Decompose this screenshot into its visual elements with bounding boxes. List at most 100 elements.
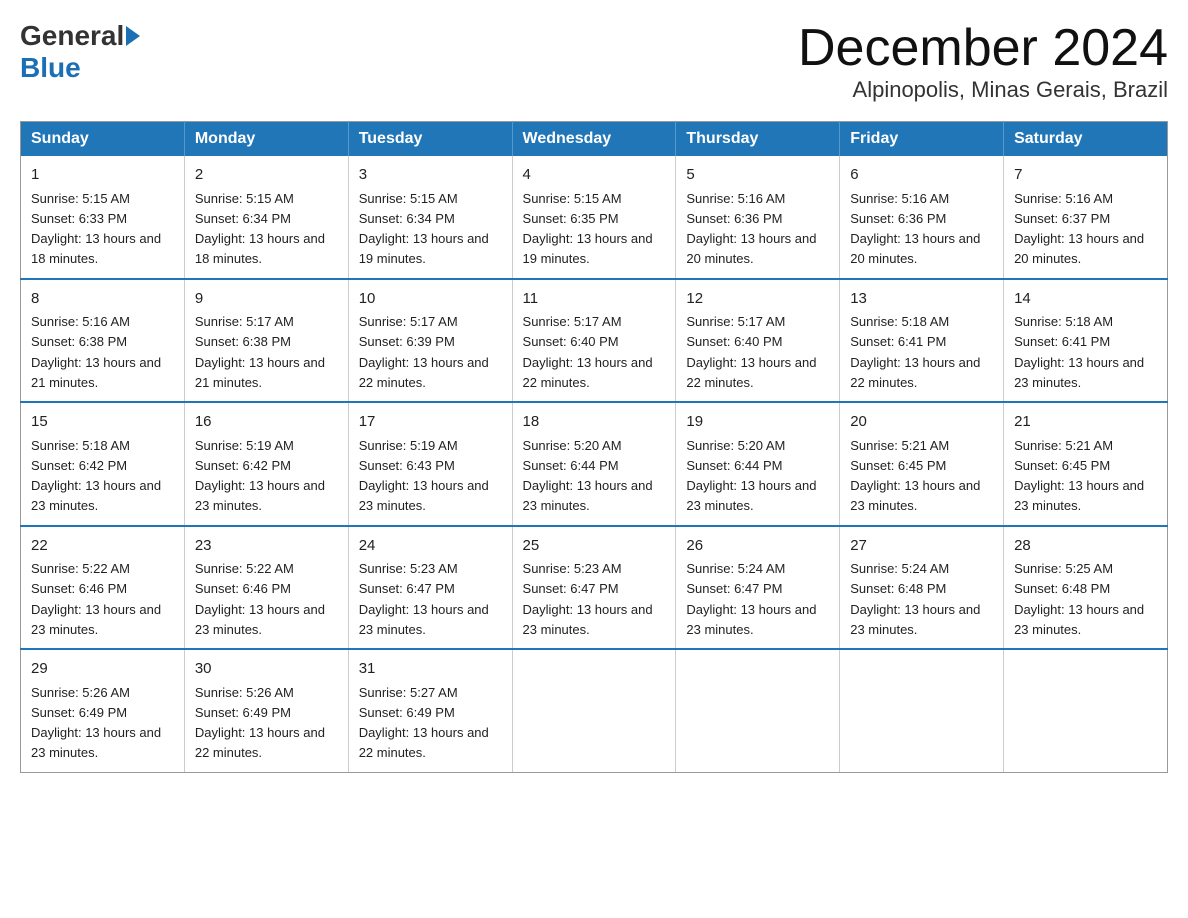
calendar-cell: 8 Sunrise: 5:16 AMSunset: 6:38 PMDaylight… [21, 279, 185, 403]
calendar-header-cell: Wednesday [512, 122, 676, 157]
calendar-cell: 18 Sunrise: 5:20 AMSunset: 6:44 PMDayligh… [512, 402, 676, 526]
title-area: December 2024 Alpinopolis, Minas Gerais,… [798, 20, 1168, 103]
day-info: Sunrise: 5:16 AMSunset: 6:36 PMDaylight:… [850, 191, 980, 267]
calendar-cell: 14 Sunrise: 5:18 AMSunset: 6:41 PMDayligh… [1004, 279, 1168, 403]
calendar-week-row: 1 Sunrise: 5:15 AMSunset: 6:33 PMDaylight… [21, 156, 1168, 279]
calendar-header-cell: Monday [184, 122, 348, 157]
day-info: Sunrise: 5:22 AMSunset: 6:46 PMDaylight:… [31, 561, 161, 637]
day-number: 21 [1014, 411, 1157, 434]
calendar-cell: 28 Sunrise: 5:25 AMSunset: 6:48 PMDayligh… [1004, 526, 1168, 650]
day-info: Sunrise: 5:21 AMSunset: 6:45 PMDaylight:… [850, 438, 980, 514]
day-info: Sunrise: 5:27 AMSunset: 6:49 PMDaylight:… [359, 685, 489, 761]
day-number: 18 [523, 411, 666, 434]
calendar-cell: 4 Sunrise: 5:15 AMSunset: 6:35 PMDaylight… [512, 156, 676, 279]
day-number: 25 [523, 535, 666, 558]
day-number: 28 [1014, 535, 1157, 558]
day-number: 2 [195, 164, 338, 187]
day-info: Sunrise: 5:22 AMSunset: 6:46 PMDaylight:… [195, 561, 325, 637]
day-number: 3 [359, 164, 502, 187]
day-info: Sunrise: 5:17 AMSunset: 6:40 PMDaylight:… [686, 314, 816, 390]
calendar-week-row: 22 Sunrise: 5:22 AMSunset: 6:46 PMDayligh… [21, 526, 1168, 650]
day-info: Sunrise: 5:15 AMSunset: 6:34 PMDaylight:… [195, 191, 325, 267]
day-info: Sunrise: 5:19 AMSunset: 6:43 PMDaylight:… [359, 438, 489, 514]
day-info: Sunrise: 5:18 AMSunset: 6:41 PMDaylight:… [1014, 314, 1144, 390]
day-number: 22 [31, 535, 174, 558]
calendar-cell: 11Sunrise: 5:17 AMSunset: 6:40 PMDayligh… [512, 279, 676, 403]
day-number: 12 [686, 288, 829, 311]
day-info: Sunrise: 5:17 AMSunset: 6:40 PMDaylight:… [523, 314, 653, 390]
day-info: Sunrise: 5:17 AMSunset: 6:39 PMDaylight:… [359, 314, 489, 390]
calendar-cell: 9Sunrise: 5:17 AMSunset: 6:38 PMDaylight… [184, 279, 348, 403]
day-number: 30 [195, 658, 338, 681]
day-number: 27 [850, 535, 993, 558]
day-number: 9 [195, 288, 338, 311]
calendar-body: 1 Sunrise: 5:15 AMSunset: 6:33 PMDaylight… [21, 156, 1168, 772]
calendar-cell: 5Sunrise: 5:16 AMSunset: 6:36 PMDaylight… [676, 156, 840, 279]
calendar-cell [676, 649, 840, 772]
calendar-cell [1004, 649, 1168, 772]
calendar-cell: 29 Sunrise: 5:26 AMSunset: 6:49 PMDayligh… [21, 649, 185, 772]
day-number: 23 [195, 535, 338, 558]
calendar-cell: 2 Sunrise: 5:15 AMSunset: 6:34 PMDaylight… [184, 156, 348, 279]
day-info: Sunrise: 5:20 AMSunset: 6:44 PMDaylight:… [523, 438, 653, 514]
calendar-header-cell: Saturday [1004, 122, 1168, 157]
calendar-cell: 19 Sunrise: 5:20 AMSunset: 6:44 PMDayligh… [676, 402, 840, 526]
day-number: 15 [31, 411, 174, 434]
page-header: General Blue December 2024 Alpinopolis, … [20, 20, 1168, 103]
calendar-header-cell: Thursday [676, 122, 840, 157]
calendar-week-row: 8 Sunrise: 5:16 AMSunset: 6:38 PMDaylight… [21, 279, 1168, 403]
calendar-cell: 1 Sunrise: 5:15 AMSunset: 6:33 PMDaylight… [21, 156, 185, 279]
day-info: Sunrise: 5:18 AMSunset: 6:42 PMDaylight:… [31, 438, 161, 514]
calendar-cell: 21 Sunrise: 5:21 AMSunset: 6:45 PMDayligh… [1004, 402, 1168, 526]
day-number: 1 [31, 164, 174, 187]
day-info: Sunrise: 5:25 AMSunset: 6:48 PMDaylight:… [1014, 561, 1144, 637]
calendar-cell: 23 Sunrise: 5:22 AMSunset: 6:46 PMDayligh… [184, 526, 348, 650]
calendar-cell [512, 649, 676, 772]
day-number: 19 [686, 411, 829, 434]
day-info: Sunrise: 5:24 AMSunset: 6:48 PMDaylight:… [850, 561, 980, 637]
day-number: 4 [523, 164, 666, 187]
logo-blue-text: Blue [20, 52, 81, 83]
location-title: Alpinopolis, Minas Gerais, Brazil [798, 77, 1168, 103]
calendar-header-cell: Tuesday [348, 122, 512, 157]
day-number: 14 [1014, 288, 1157, 311]
day-number: 16 [195, 411, 338, 434]
calendar-cell: 6 Sunrise: 5:16 AMSunset: 6:36 PMDaylight… [840, 156, 1004, 279]
calendar-table: SundayMondayTuesdayWednesdayThursdayFrid… [20, 121, 1168, 773]
calendar-cell: 24 Sunrise: 5:23 AMSunset: 6:47 PMDayligh… [348, 526, 512, 650]
day-info: Sunrise: 5:26 AMSunset: 6:49 PMDaylight:… [195, 685, 325, 761]
day-info: Sunrise: 5:20 AMSunset: 6:44 PMDaylight:… [686, 438, 816, 514]
calendar-week-row: 15 Sunrise: 5:18 AMSunset: 6:42 PMDayligh… [21, 402, 1168, 526]
day-number: 29 [31, 658, 174, 681]
day-info: Sunrise: 5:19 AMSunset: 6:42 PMDaylight:… [195, 438, 325, 514]
day-info: Sunrise: 5:18 AMSunset: 6:41 PMDaylight:… [850, 314, 980, 390]
calendar-cell: 17 Sunrise: 5:19 AMSunset: 6:43 PMDayligh… [348, 402, 512, 526]
calendar-cell: 13Sunrise: 5:18 AMSunset: 6:41 PMDayligh… [840, 279, 1004, 403]
calendar-header-cell: Friday [840, 122, 1004, 157]
day-info: Sunrise: 5:26 AMSunset: 6:49 PMDaylight:… [31, 685, 161, 761]
day-number: 10 [359, 288, 502, 311]
day-info: Sunrise: 5:15 AMSunset: 6:34 PMDaylight:… [359, 191, 489, 267]
calendar-cell: 10 Sunrise: 5:17 AMSunset: 6:39 PMDayligh… [348, 279, 512, 403]
calendar-cell: 31Sunrise: 5:27 AMSunset: 6:49 PMDayligh… [348, 649, 512, 772]
day-number: 6 [850, 164, 993, 187]
day-info: Sunrise: 5:16 AMSunset: 6:38 PMDaylight:… [31, 314, 161, 390]
logo-triangle-icon [126, 26, 140, 46]
day-info: Sunrise: 5:15 AMSunset: 6:35 PMDaylight:… [523, 191, 653, 267]
day-info: Sunrise: 5:21 AMSunset: 6:45 PMDaylight:… [1014, 438, 1144, 514]
calendar-header-row: SundayMondayTuesdayWednesdayThursdayFrid… [21, 122, 1168, 157]
day-info: Sunrise: 5:23 AMSunset: 6:47 PMDaylight:… [359, 561, 489, 637]
day-number: 8 [31, 288, 174, 311]
calendar-cell: 12 Sunrise: 5:17 AMSunset: 6:40 PMDayligh… [676, 279, 840, 403]
calendar-cell: 3 Sunrise: 5:15 AMSunset: 6:34 PMDaylight… [348, 156, 512, 279]
day-number: 17 [359, 411, 502, 434]
month-title: December 2024 [798, 20, 1168, 77]
logo: General Blue [20, 20, 142, 84]
calendar-cell: 20Sunrise: 5:21 AMSunset: 6:45 PMDayligh… [840, 402, 1004, 526]
calendar-cell: 7 Sunrise: 5:16 AMSunset: 6:37 PMDaylight… [1004, 156, 1168, 279]
day-info: Sunrise: 5:15 AMSunset: 6:33 PMDaylight:… [31, 191, 161, 267]
day-number: 24 [359, 535, 502, 558]
day-number: 7 [1014, 164, 1157, 187]
day-info: Sunrise: 5:16 AMSunset: 6:37 PMDaylight:… [1014, 191, 1144, 267]
calendar-cell: 16 Sunrise: 5:19 AMSunset: 6:42 PMDayligh… [184, 402, 348, 526]
